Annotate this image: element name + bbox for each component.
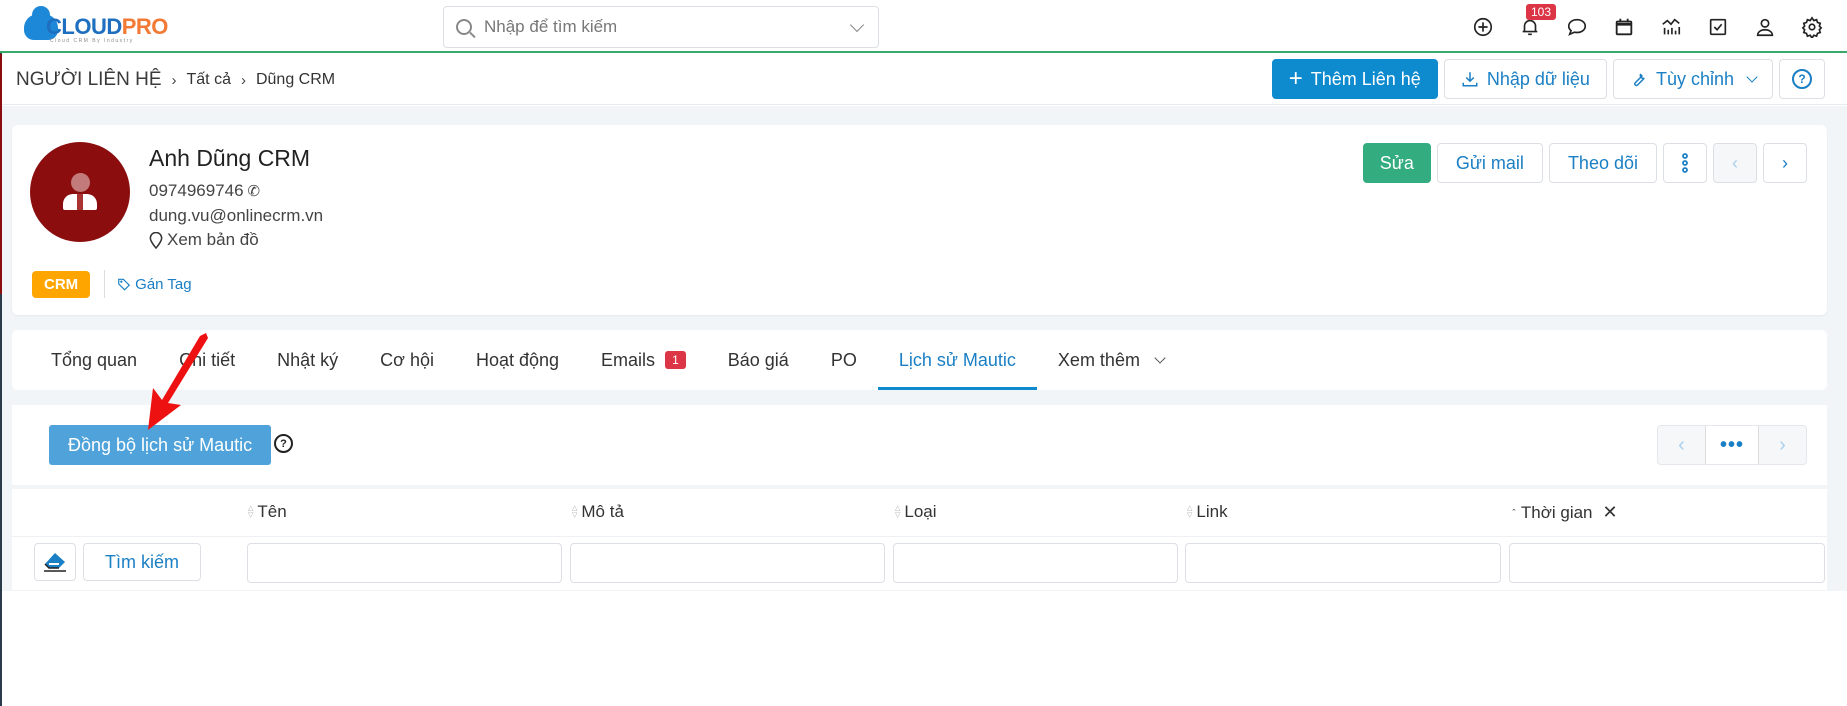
tag-icon [118,278,131,291]
chat-icon[interactable] [1553,10,1600,44]
breadcrumb-item: Dũng CRM [255,71,336,88]
customize-button[interactable]: Tùy chỉnh [1612,59,1773,99]
tab-mautic-history[interactable]: Lịch sử Mautic [877,330,1038,390]
logo-tagline: Cloud CRM By Industry [50,38,134,44]
tab-opportunities[interactable]: Cơ hội [359,330,455,390]
contact-profile-card: Anh Dũng CRM 0974969746 ✆ dung.vu@online… [12,125,1827,315]
send-mail-button[interactable]: Gửi mail [1436,143,1543,183]
pagination: ‹ ••• › [1657,425,1807,465]
avatar [30,142,130,242]
tab-quotes[interactable]: Báo giá [707,330,810,390]
map-pin-icon [149,231,163,249]
page: CLOUDPRO Cloud CRM By Industry 103 [0,0,1847,706]
divider [104,270,106,298]
chevron-right-icon: › [240,71,246,89]
column-header-name[interactable]: △ ▽ Tên [248,502,287,522]
filter-link-input[interactable] [1185,543,1501,583]
tab-overview[interactable]: Tổng quan [30,330,158,390]
chevron-right-icon: › [1782,152,1788,173]
tab-more[interactable]: Xem thêm [1037,330,1185,390]
tab-po[interactable]: PO [810,330,878,390]
tab-log[interactable]: Nhật ký [256,330,359,390]
help-button[interactable]: ? [1779,59,1825,99]
header-icons: 103 [1459,4,1835,44]
breadcrumb: NGƯỜI LIÊN HỆ › Tất cả › Dũng CRM [16,69,335,91]
filter-time-input[interactable] [1509,543,1825,583]
tab-activities[interactable]: Hoạt động [455,330,580,390]
more-options-button[interactable] [1663,143,1707,183]
top-navbar: CLOUDPRO Cloud CRM By Industry 103 [0,0,1847,53]
filter-row: Tìm kiếm [12,537,1827,587]
previous-page-button[interactable]: ‹ [1658,426,1705,464]
column-header-type[interactable]: △ ▽ Loại [895,502,937,522]
plus-icon: + [1288,65,1303,92]
global-search[interactable] [443,6,879,48]
column-header-description[interactable]: △ ▽ Mô tả [572,502,624,522]
edit-button[interactable]: Sửa [1362,143,1431,183]
breadcrumb-root[interactable]: NGƯỜI LIÊN HỆ [16,69,162,91]
add-contact-button[interactable]: + Thêm Liên hệ [1271,59,1438,99]
column-header-time[interactable]: ⌃ Thời gian ✕ [1511,502,1618,523]
filter-name-input[interactable] [247,543,562,583]
assign-tag-link[interactable]: Gán Tag [117,276,192,293]
filter-type-input[interactable] [893,543,1178,583]
tag-badge[interactable]: CRM [32,270,91,298]
chart-icon[interactable] [1647,10,1694,44]
download-icon [1462,72,1478,87]
next-record-button[interactable]: › [1763,143,1807,183]
notification-badge: 103 [1526,4,1557,20]
filter-description-input[interactable] [570,543,885,583]
user-icon[interactable] [1741,10,1788,44]
follow-button[interactable]: Theo dõi [1548,143,1657,183]
search-button[interactable]: Tìm kiếm [83,543,201,581]
next-page-button[interactable]: › [1759,426,1806,464]
add-icon[interactable] [1459,10,1506,44]
breadcrumb-item[interactable]: Tất cả [187,71,231,89]
chevron-right-icon: › [171,71,177,89]
mautic-history-panel: Đồng bộ lịch sử Mautic ? ‹ ••• › △ ▽ Tên △… [12,405,1827,590]
tab-details[interactable]: Chi tiết [158,330,256,390]
chevron-down-icon [1746,71,1758,83]
tag-row: CRM Gán Tag [32,270,192,298]
vertical-dots-icon [1682,153,1688,173]
phone-icon[interactable]: ✆ [248,182,261,200]
cloudpro-logo[interactable]: CLOUDPRO Cloud CRM By Industry [24,6,168,44]
search-input[interactable] [484,17,852,37]
breadcrumb-bar: NGƯỜI LIÊN HỆ › Tất cả › Dũng CRM + Thêm… [2,55,1847,105]
chevron-down-icon[interactable] [849,17,865,32]
sync-mautic-history-button[interactable]: Đồng bộ lịch sử Mautic [49,425,272,465]
contact-email: dung.vu@onlinecrm.vn [149,206,324,225]
sort-icon: △ ▽ [895,505,901,519]
tab-emails[interactable]: Emails 1 [580,330,707,390]
import-data-button[interactable]: Nhập dữ liệu [1443,59,1607,99]
eraser-icon [44,553,66,572]
emails-count-badge: 1 [665,351,686,369]
task-icon[interactable] [1694,10,1741,44]
contact-name: Anh Dũng CRM [149,145,311,171]
contact-phone: 0974969746 ✆ [149,181,261,200]
previous-record-button[interactable]: ‹ [1713,143,1757,183]
search-icon [456,19,472,35]
chevron-left-icon: ‹ [1732,152,1738,173]
sort-icon: △ ▽ [248,505,254,519]
gear-icon[interactable] [1788,10,1835,44]
chevron-down-icon [1154,352,1166,364]
sort-icon: △ ▽ [572,505,578,519]
bell-icon[interactable]: 103 [1506,4,1557,44]
help-icon[interactable]: ? [274,434,293,453]
profile-actions: Sửa Gửi mail Theo dõi ‹ › [1362,143,1807,183]
sort-asc-icon: ⌃ [1511,509,1517,516]
page-actions: + Thêm Liên hệ Nhập dữ liệu Tùy chỉnh ? [1271,59,1825,99]
wrench-icon [1634,73,1645,87]
clear-filter-button[interactable] [34,543,76,581]
clear-sort-icon[interactable]: ✕ [1603,502,1618,523]
view-map-link[interactable]: Xem bản đồ [149,230,259,250]
column-header-link[interactable]: △ ▽ Link [1187,502,1228,522]
calendar-icon[interactable] [1600,10,1647,44]
table-header: △ ▽ Tên △ ▽ Mô tả △ ▽ Loại △ ▽ Link ⌃ Thời gian ✕ [12,485,1827,537]
sort-icon: △ ▽ [1187,505,1193,519]
page-more-button[interactable]: ••• [1705,426,1759,464]
detail-tabs: Tổng quan Chi tiết Nhật ký Cơ hội Hoạt đ… [12,330,1827,390]
help-icon: ? [1792,69,1812,89]
